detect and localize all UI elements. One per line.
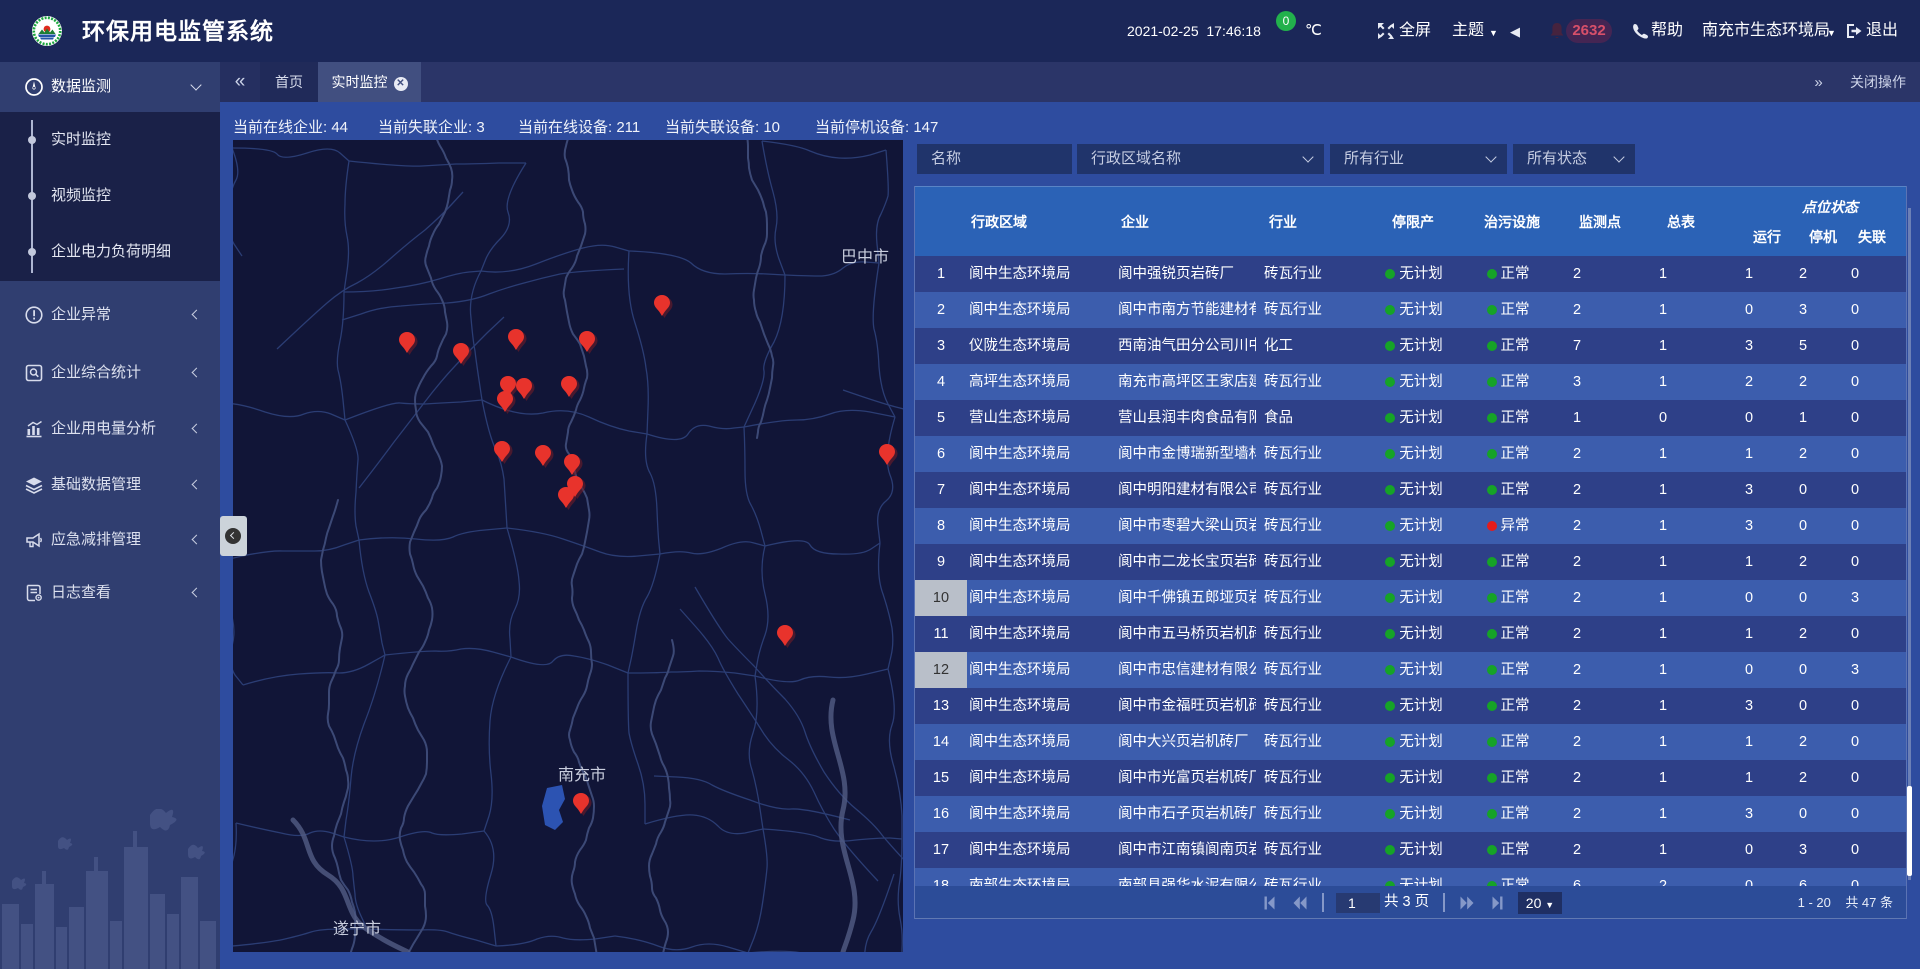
svg-text:遂宁市: 遂宁市 <box>333 920 381 938</box>
svg-text:巴中市: 巴中市 <box>841 248 889 266</box>
svg-text:南充市: 南充市 <box>558 766 606 784</box>
